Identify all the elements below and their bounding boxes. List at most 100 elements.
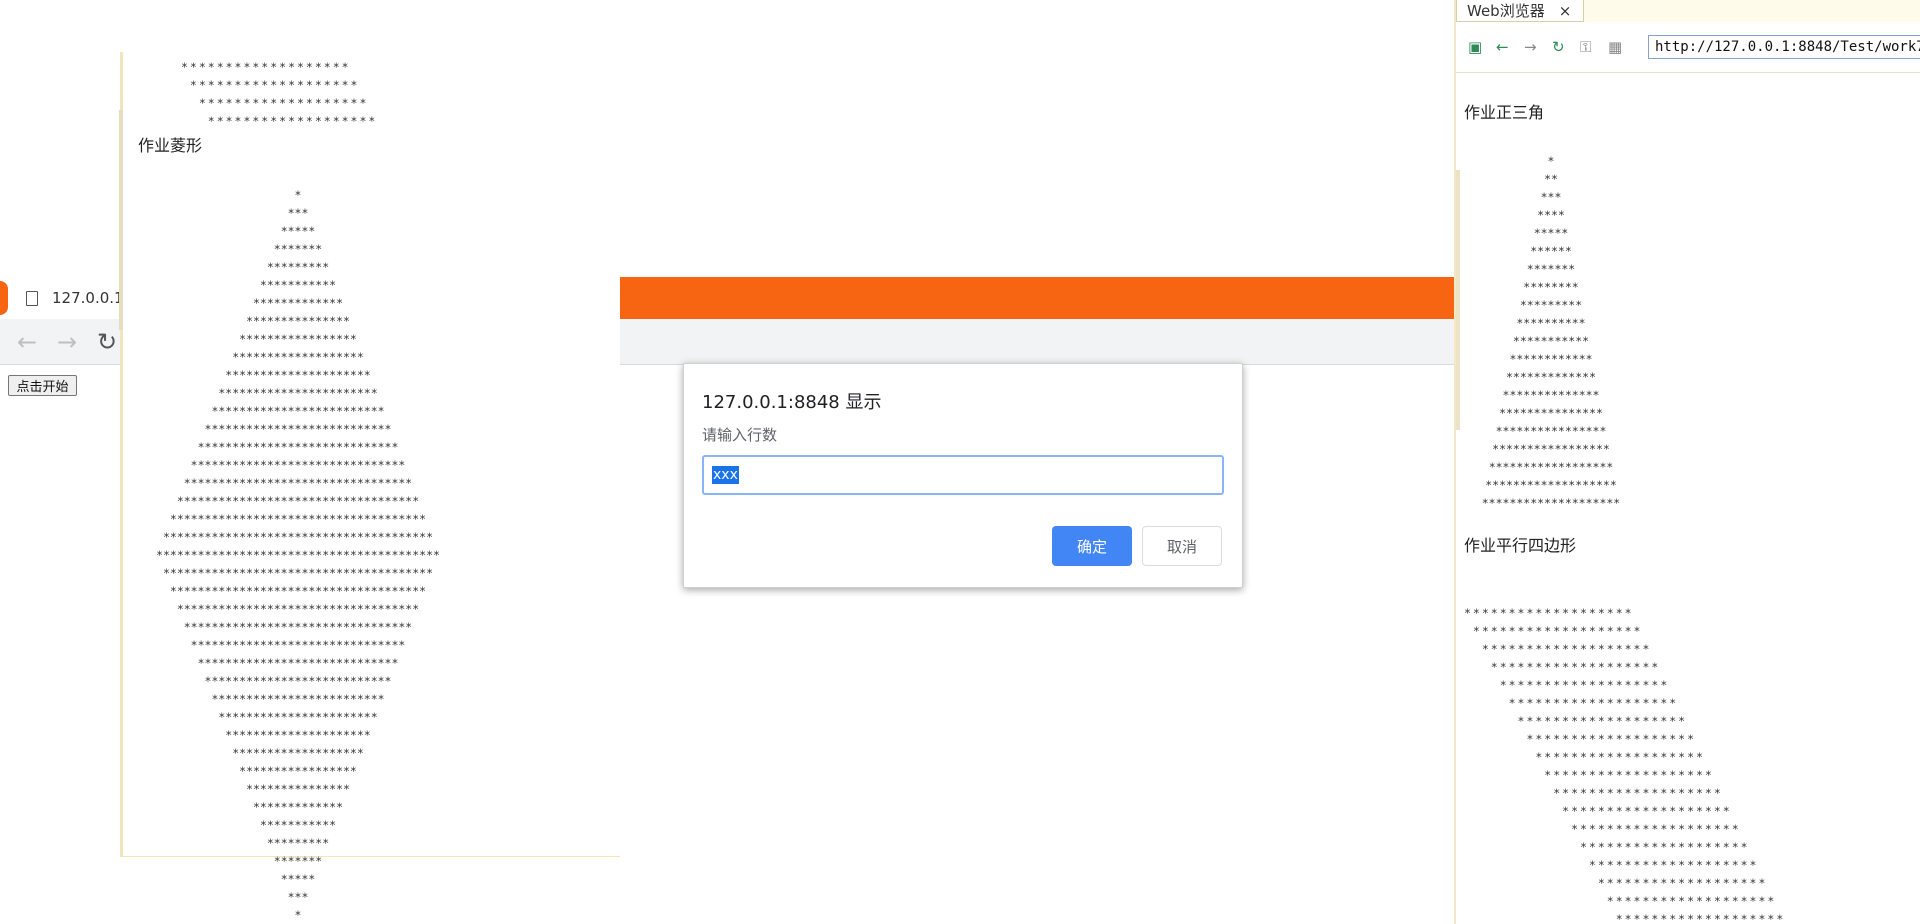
diamond-star-row: *********************** — [218, 386, 378, 400]
diamond-star-row: ************************* — [211, 404, 385, 418]
triangle-star-row: ****************** — [1488, 460, 1614, 474]
page-icon — [26, 290, 38, 306]
diamond-star-row: ******* — [273, 242, 323, 256]
tab-accent — [0, 281, 8, 315]
lock-icon[interactable]: ⚿ — [1580, 38, 1591, 56]
diamond-star-row: ********************************* — [183, 620, 413, 634]
tab-close-icon[interactable]: × — [1559, 2, 1572, 20]
diamond-star-row: *********************** — [218, 710, 378, 724]
diamond-star-block: * *** ***** ******* ********* *********** ****… — [133, 186, 463, 924]
diamond-star-row: ************************* — [211, 692, 385, 706]
parallelogram-star-row: ******************* — [1464, 768, 1714, 782]
confirm-button[interactable]: 确定 — [1052, 526, 1132, 566]
parallelogram-star-row: ******************* — [1464, 912, 1786, 924]
diamond-star-row: ********************* — [225, 368, 371, 382]
diamond-star-row: ************* — [252, 296, 343, 310]
console-icon[interactable]: ▣ — [1468, 38, 1482, 56]
parallelogram-star-row: ******************* — [1464, 786, 1723, 800]
triangle-star-row: ** — [1544, 172, 1558, 186]
cancel-button[interactable]: 取消 — [1142, 526, 1222, 566]
back-arrow-icon[interactable]: ← — [1496, 38, 1509, 56]
triangle-heading: 作业正三角 — [1464, 103, 1545, 122]
triangle-star-row: ******** — [1523, 280, 1579, 294]
diamond-heading: 作业菱形 — [138, 136, 203, 155]
parallelogram-star-row: ******************* — [1464, 678, 1670, 692]
forward-arrow-icon[interactable]: → — [1524, 38, 1537, 56]
top-star-row: ******************* — [181, 78, 360, 92]
window-edge — [119, 110, 123, 330]
diamond-star-row: ****************************************… — [156, 548, 440, 562]
diamond-star-row: *************************************** — [162, 566, 434, 580]
top-star-row: ******************* — [181, 96, 369, 110]
parallelogram-star-row: ******************* — [1464, 714, 1688, 728]
back-arrow-icon[interactable]: ← — [12, 322, 42, 362]
diamond-star-row: *************************** — [204, 422, 392, 436]
right-tab-title: Web浏览器 — [1467, 2, 1545, 20]
diamond-star-row: *********************************** — [176, 602, 420, 616]
forward-arrow-icon[interactable]: → — [52, 322, 82, 362]
top-star-row: ******************* — [181, 60, 351, 74]
diamond-star-row: *************************************** — [162, 530, 434, 544]
row-count-input[interactable] — [702, 455, 1224, 495]
parallelogram-star-row: ******************* — [1464, 732, 1697, 746]
diamond-star-row: ***************** — [239, 332, 357, 346]
parallelogram-star-row: ******************* — [1464, 750, 1705, 764]
diamond-star-row: ************************************* — [169, 512, 427, 526]
diamond-star-row: ***************************** — [197, 440, 399, 454]
start-button[interactable]: 点击开始 — [8, 375, 77, 396]
diamond-star-row: *********** — [259, 818, 337, 832]
diamond-star-row: ************************************* — [169, 584, 427, 598]
parallelogram-star-block: ******************* ******************* … — [1464, 604, 1785, 924]
browser-tab-title: 127.0.0.1 — [52, 289, 124, 307]
parallelogram-star-row: ******************* — [1464, 876, 1768, 890]
dialog-message: 请输入行数 — [702, 426, 778, 444]
parallelogram-star-row: ******************* — [1464, 840, 1750, 854]
parallelogram-star-row: ******************* — [1464, 624, 1643, 638]
diamond-star-row: ************* — [252, 800, 343, 814]
url-input[interactable] — [1648, 35, 1920, 59]
parallelogram-star-row: ******************* — [1464, 858, 1759, 872]
parallelogram-star-row: ******************* — [1464, 642, 1652, 656]
parallelogram-star-row: ******************* — [1464, 660, 1661, 674]
browser-tab[interactable]: 127.0.0.1 — [0, 277, 130, 319]
triangle-star-row: *** — [1540, 190, 1562, 204]
diamond-star-row: ***************************** — [197, 656, 399, 670]
diamond-window: ******************* ******************* … — [119, 52, 620, 922]
diamond-star-row: ********* — [266, 260, 330, 274]
triangle-star-row: ********* — [1519, 298, 1583, 312]
diamond-star-row: *********************************** — [176, 494, 420, 508]
triangle-star-row: ********** — [1516, 316, 1586, 330]
diamond-star-row: ******************* — [232, 350, 364, 364]
right-browser-window: Web浏览器 × ▣ ← → ↻ ⚿ ▦ 作业正三角 *************… — [1454, 0, 1920, 924]
diamond-star-row: *************** — [246, 314, 350, 328]
triangle-star-block: * ** *** **** ***** ****** ******* ******** ****… — [1464, 152, 1638, 512]
reload-icon[interactable]: ↻ — [92, 322, 122, 362]
diamond-star-row: ******************************* — [190, 458, 406, 472]
parallelogram-heading: 作业平行四边形 — [1464, 536, 1577, 555]
diamond-star-row: ***** — [280, 872, 316, 886]
dialog-title: 127.0.0.1:8848 显示 — [702, 392, 882, 413]
triangle-star-row: ***************** — [1492, 442, 1610, 456]
diamond-star-row: * — [294, 908, 302, 922]
diamond-star-row: ***************** — [239, 764, 357, 778]
selected-input-text: xxx — [712, 466, 739, 484]
parallelogram-star-row: ******************* — [1464, 804, 1732, 818]
triangle-star-row: ******************** — [1481, 496, 1621, 510]
qrcode-icon[interactable]: ▦ — [1608, 38, 1622, 56]
diamond-star-row: *************************** — [204, 674, 392, 688]
triangle-star-row: ***** — [1533, 226, 1569, 240]
diamond-star-row: *** — [287, 890, 309, 904]
triangle-star-row: **************** — [1495, 424, 1607, 438]
right-browser-tab[interactable]: Web浏览器 × — [1456, 0, 1584, 22]
triangle-star-row: **** — [1537, 208, 1565, 222]
triangle-star-row: ****** — [1530, 244, 1572, 258]
refresh-icon[interactable]: ↻ — [1552, 38, 1565, 56]
diamond-star-row: *** — [287, 206, 309, 220]
triangle-star-row: *********** — [1512, 334, 1590, 348]
window-edge — [1456, 170, 1460, 430]
diamond-star-row: ********************* — [225, 728, 371, 742]
triangle-star-row: * — [1547, 154, 1555, 168]
parallelogram-star-row: ******************* — [1464, 894, 1777, 908]
triangle-star-row: ************* — [1505, 370, 1596, 384]
diamond-star-row: *************** — [246, 782, 350, 796]
